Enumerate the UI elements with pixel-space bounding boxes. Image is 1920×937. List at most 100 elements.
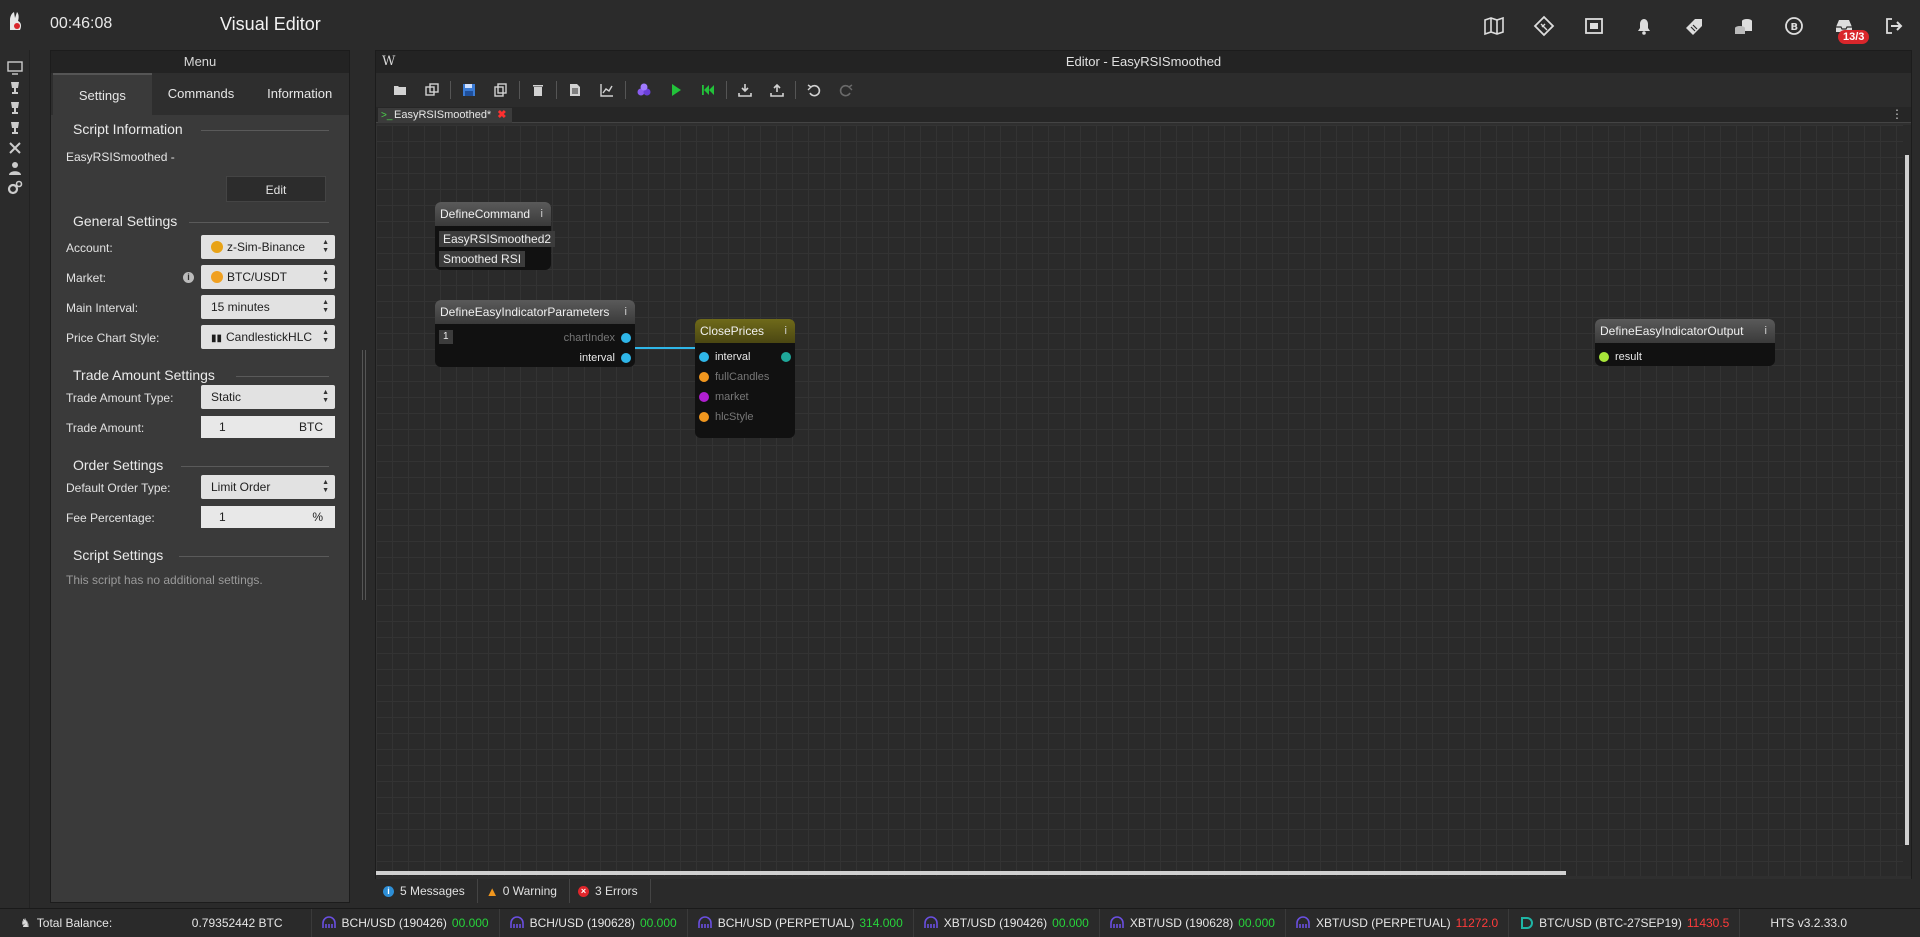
input-port[interactable]	[1598, 351, 1610, 363]
ticker-item[interactable]: BTC/USD (BTC-27SEP19) 11430.5	[1508, 908, 1739, 937]
compile-icon[interactable]	[628, 76, 660, 104]
tab-information[interactable]: Information	[250, 73, 349, 115]
parameter-value[interactable]: 1	[439, 330, 453, 344]
section-general-settings: General Settings	[73, 213, 178, 229]
ticker-pair: BCH/USD (190426)	[341, 916, 447, 930]
tag-icon[interactable]	[1680, 12, 1708, 40]
output-port[interactable]	[620, 352, 632, 364]
download-icon[interactable]	[729, 76, 761, 104]
ticker-price: 314.000	[859, 916, 903, 930]
ticker-item[interactable]: XBT/USD (PERPETUAL) 11272.0	[1284, 908, 1508, 937]
select-arrows-icon: ▲ ▼	[322, 299, 329, 314]
total-balance: ♞ Total Balance: 0.79352442 BTC	[0, 916, 311, 930]
node-define-command[interactable]: DefineCommand i EasyRSISmoothed2 Smoothe…	[435, 202, 556, 270]
editor-title: Editor - EasyRSISmoothed	[1065, 54, 1222, 69]
gears-icon[interactable]	[7, 180, 23, 196]
info-icon[interactable]: i	[625, 300, 627, 324]
node-define-parameters[interactable]: DefineEasyIndicatorParameters i 1 chartI…	[435, 300, 635, 367]
input-port[interactable]	[698, 391, 710, 403]
candlestick-icon: ▮▮	[211, 333, 223, 344]
messages-status[interactable]: i 5 Messages	[375, 879, 478, 903]
trade-type-select[interactable]: Static ▲ ▼	[201, 385, 335, 409]
info-icon[interactable]: i	[541, 202, 543, 226]
trophy-icon[interactable]	[7, 120, 23, 136]
backtest-icon[interactable]	[692, 76, 724, 104]
bell-icon[interactable]	[1630, 12, 1658, 40]
duplicate-icon[interactable]	[416, 76, 448, 104]
command-name-field[interactable]: EasyRSISmoothed2	[439, 231, 556, 247]
map-icon[interactable]	[1480, 12, 1508, 40]
upload-icon[interactable]	[761, 76, 793, 104]
ticket-icon[interactable]	[1530, 12, 1558, 40]
warnings-status[interactable]: ▲ 0 Warning	[478, 879, 570, 903]
interval-select[interactable]: 15 minutes ▲ ▼	[201, 295, 335, 319]
info-icon[interactable]: i	[183, 272, 194, 283]
bitcoin-exchange-icon[interactable]: B	[1780, 12, 1808, 40]
info-icon[interactable]: i	[1765, 319, 1767, 343]
tab-settings[interactable]: Settings	[53, 73, 152, 115]
ticker-item[interactable]: XBT/USD (190426) 00.000	[912, 908, 1099, 937]
copy-icon[interactable]	[485, 76, 517, 104]
script-name: EasyRSISmoothed -	[66, 150, 175, 164]
ticker-price: 00.000	[1238, 916, 1275, 930]
rabbit-logo-icon: ♞	[20, 916, 31, 930]
input-port[interactable]	[698, 371, 710, 383]
chart-style-select[interactable]: ▮▮ CandlestickHLC ▲ ▼	[201, 325, 335, 349]
user-icon[interactable]	[7, 160, 23, 176]
trophy-icon[interactable]	[7, 80, 23, 96]
account-select[interactable]: z-Sim-Binance ▲ ▼	[201, 235, 335, 259]
tab-commands[interactable]: Commands	[152, 73, 251, 115]
ticker-item[interactable]: BCH/USD (190628) 00.000	[498, 908, 687, 937]
panel-splitter[interactable]	[362, 350, 366, 600]
redo-icon[interactable]	[830, 76, 862, 104]
toolbar-separator	[726, 81, 727, 99]
tab-easyrsismoothed[interactable]: >_ EasyRSISmoothed* ✖	[378, 108, 513, 123]
order-type-select[interactable]: Limit Order ▲ ▼	[201, 475, 335, 499]
scroll-thumb[interactable]	[376, 871, 1566, 875]
screen-capture-icon[interactable]	[1580, 12, 1608, 40]
undo-icon[interactable]	[798, 76, 830, 104]
node-title: DefineCommand	[440, 207, 531, 221]
horizontal-scrollbar[interactable]	[376, 870, 1911, 876]
trophy-icon[interactable]	[7, 100, 23, 116]
market-select[interactable]: BTC/USDT ▲ ▼	[201, 265, 335, 289]
info-icon[interactable]: i	[785, 319, 787, 343]
edit-button[interactable]: Edit	[226, 176, 326, 202]
more-vertical-icon[interactable]: ⋮	[1891, 107, 1903, 121]
top-bar: 00:46:08 Visual Editor B 13/3	[0, 0, 1920, 50]
delete-icon[interactable]	[522, 76, 554, 104]
node-close-prices[interactable]: ClosePrices i interval fullCandles marke…	[695, 319, 795, 438]
input-port[interactable]	[698, 411, 710, 423]
coins-icon[interactable]	[1730, 12, 1758, 40]
deribit-icon	[1521, 917, 1534, 929]
trade-amount-input[interactable]: 1 BTC	[201, 416, 335, 438]
select-arrows-icon: ▲ ▼	[322, 479, 329, 494]
output-port[interactable]	[620, 332, 632, 344]
monitor-icon[interactable]	[7, 60, 23, 76]
close-icon[interactable]: ✖	[497, 109, 506, 121]
command-description-field[interactable]: Smoothed RSI	[439, 251, 526, 267]
save-icon[interactable]	[453, 76, 485, 104]
ticker-bar: ♞ Total Balance: 0.79352442 BTC BCH/USD …	[0, 908, 1920, 937]
run-icon[interactable]	[660, 76, 692, 104]
logout-icon[interactable]	[1880, 12, 1908, 40]
fee-input[interactable]: 1 %	[201, 506, 335, 528]
page-title: Visual Editor	[220, 14, 321, 34]
node-canvas[interactable]: DefineCommand i EasyRSISmoothed2 Smoothe…	[376, 125, 1911, 876]
tools-icon[interactable]	[7, 140, 23, 156]
errors-status[interactable]: × 3 Errors	[570, 879, 651, 903]
node-define-output[interactable]: DefineEasyIndicatorOutput i result	[1595, 319, 1775, 366]
scroll-thumb[interactable]	[1905, 155, 1909, 845]
output-port[interactable]	[780, 351, 792, 363]
ticker-item[interactable]: XBT/USD (190628) 00.000	[1098, 908, 1285, 937]
node-header: DefineEasyIndicatorOutput i	[1595, 319, 1775, 343]
chart-icon[interactable]	[591, 76, 623, 104]
ticker-item[interactable]: BCH/USD (190426) 00.000	[310, 908, 499, 937]
port-label-interval: interval	[579, 352, 615, 364]
vertical-scrollbar[interactable]	[1903, 125, 1911, 876]
input-port[interactable]	[698, 351, 710, 363]
open-folder-icon[interactable]	[384, 76, 416, 104]
ticker-item[interactable]: BCH/USD (PERPETUAL) 314.000	[686, 908, 913, 937]
inbox-icon[interactable]: 13/3	[1830, 12, 1870, 44]
document-icon[interactable]	[559, 76, 591, 104]
